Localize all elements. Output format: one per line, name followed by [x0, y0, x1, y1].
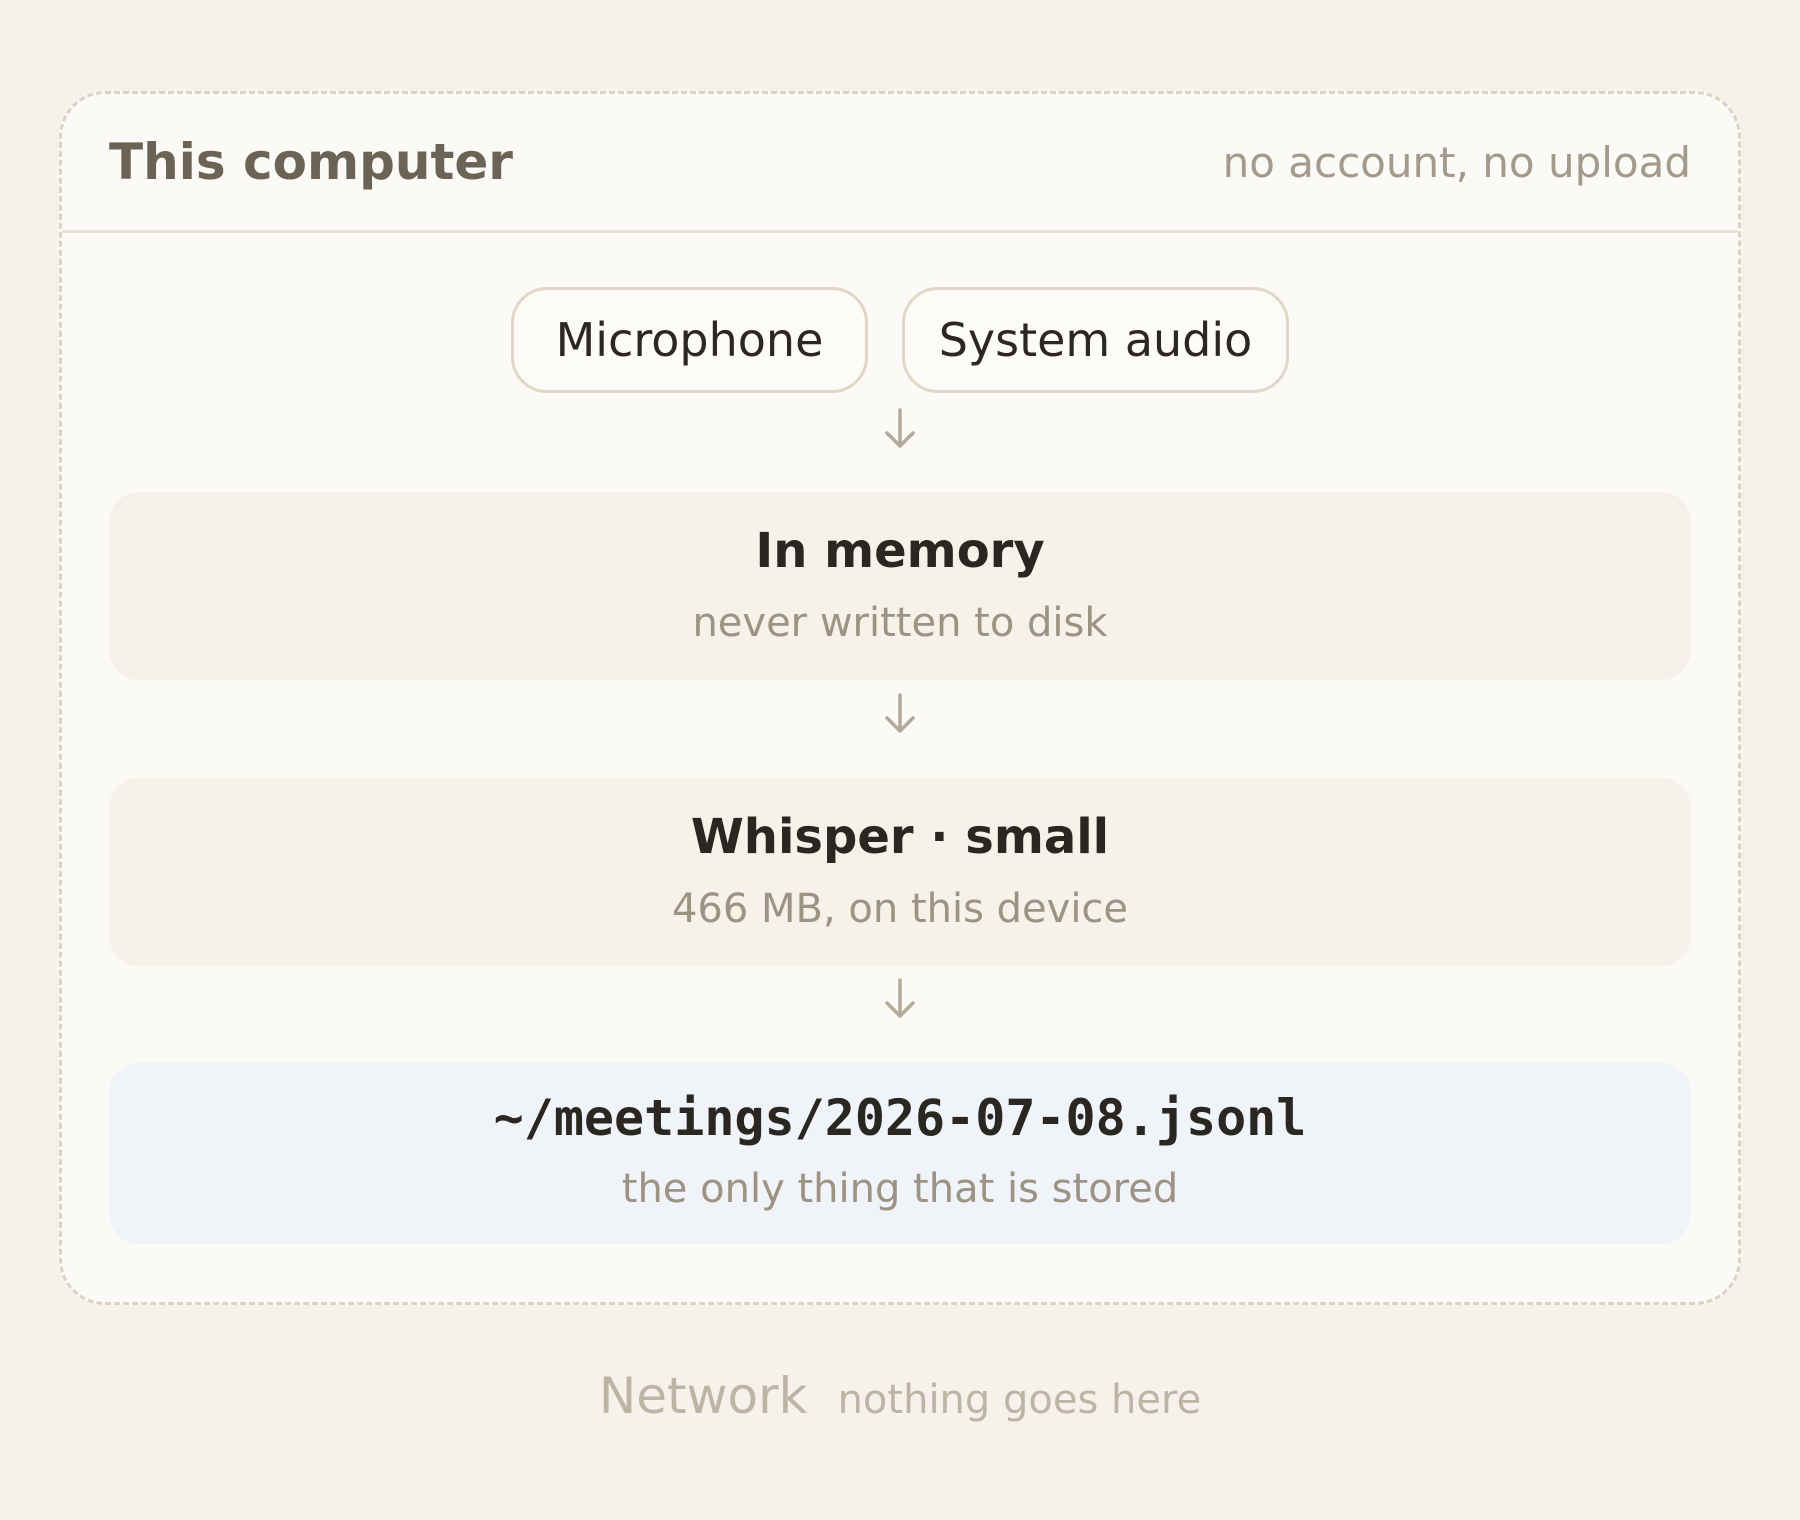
- arrow-down-icon: [880, 691, 920, 737]
- stage-in-memory: In memory never written to disk: [109, 492, 1691, 680]
- stage-title: Whisper · small: [690, 809, 1110, 865]
- audio-sources: Microphone System audio: [62, 287, 1738, 393]
- this-computer-boundary: This computer no account, no upload Micr…: [59, 91, 1741, 1305]
- stage-subtitle: never written to disk: [692, 600, 1108, 646]
- boundary-header: This computer no account, no upload: [62, 94, 1738, 233]
- arrow-down-icon: [880, 406, 920, 452]
- arrow-down-icon: [880, 976, 920, 1022]
- stage-subtitle: the only thing that is stored: [621, 1166, 1179, 1212]
- network-label: Network: [598, 1367, 808, 1425]
- output-file-path: ~/meetings/2026-07-08.jsonl: [493, 1089, 1307, 1147]
- boundary-note: no account, no upload: [1222, 138, 1691, 187]
- stage-whisper-model: Whisper · small 466 MB, on this device: [109, 778, 1691, 966]
- stage-output-file: ~/meetings/2026-07-08.jsonl the only thi…: [109, 1063, 1691, 1244]
- stage-title: In memory: [755, 523, 1045, 579]
- source-system-audio: System audio: [902, 287, 1289, 393]
- boundary-title: This computer: [109, 133, 513, 191]
- stage-subtitle: 466 MB, on this device: [671, 886, 1129, 932]
- network-zone: Network nothing goes here: [0, 1367, 1800, 1425]
- network-note: nothing goes here: [837, 1377, 1202, 1423]
- source-microphone: Microphone: [511, 287, 868, 393]
